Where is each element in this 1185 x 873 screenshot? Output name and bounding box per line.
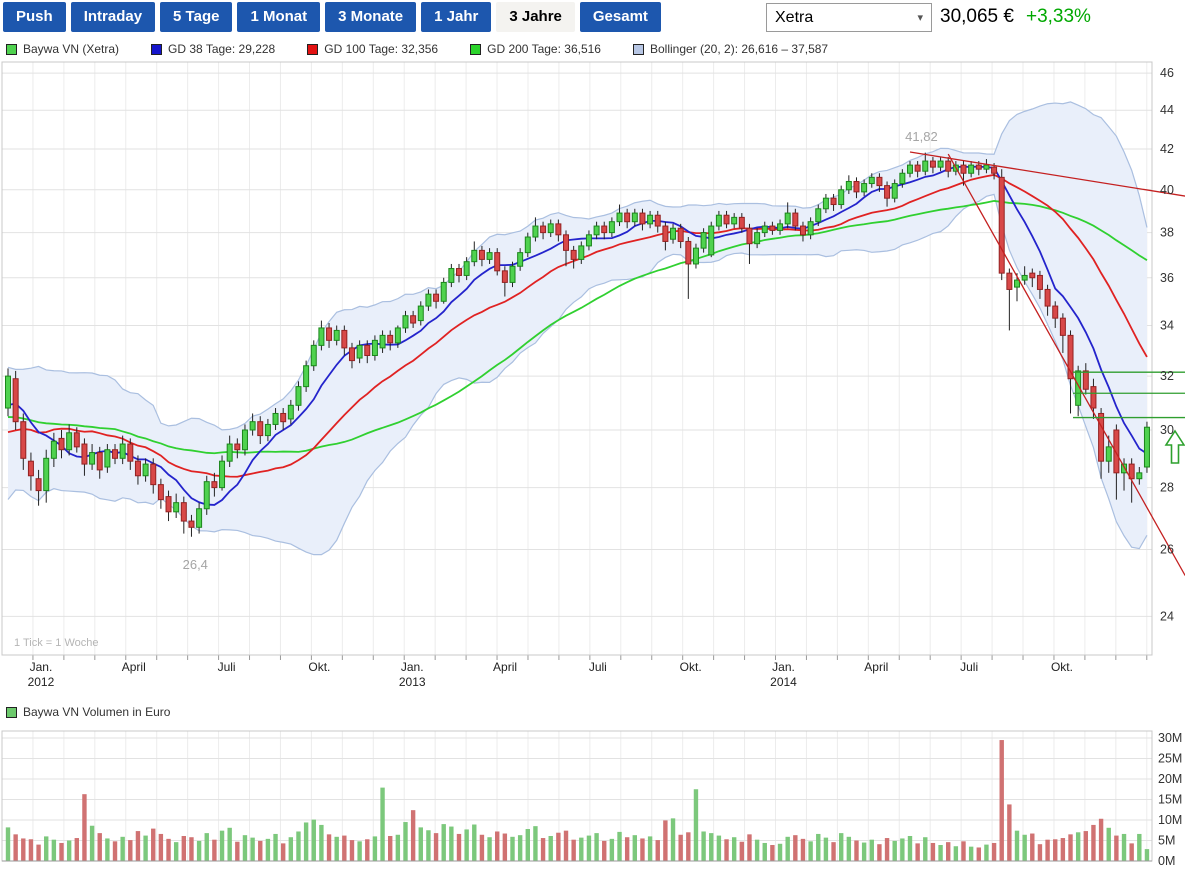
svg-text:20M: 20M <box>1158 772 1182 786</box>
period-button-push[interactable]: Push <box>3 2 66 32</box>
svg-text:38: 38 <box>1160 226 1174 240</box>
market-select[interactable]: Xetra ▾ <box>766 3 932 32</box>
stock-chart-app: 46 44 42 40 38 36 34 32 30 28 26 24 30M 25M 20M 15M 10M 5… <box>0 0 1185 873</box>
legend-item-gd100: GD 100 Tage: 32,356 <box>307 42 438 56</box>
legend-label: GD 200 Tage: 36,516 <box>487 42 601 56</box>
market-select-value: Xetra <box>775 9 813 27</box>
gd200-swatch-icon <box>470 44 481 55</box>
volume-legend: Baywa VN Volumen in Euro <box>6 705 170 719</box>
gd100-swatch-icon <box>307 44 318 55</box>
svg-text:Jan.: Jan. <box>30 660 53 674</box>
svg-text:Okt.: Okt. <box>308 660 330 674</box>
svg-text:32: 32 <box>1160 369 1174 383</box>
svg-text:24: 24 <box>1160 609 1174 623</box>
period-button-5-tage[interactable]: 5 Tage <box>160 2 232 32</box>
svg-text:5M: 5M <box>1158 834 1175 848</box>
svg-text:Juli: Juli <box>218 660 236 674</box>
bollinger-band <box>8 102 1147 555</box>
period-button-intraday[interactable]: Intraday <box>71 2 155 32</box>
chevron-down-icon: ▾ <box>917 11 923 24</box>
svg-text:2014: 2014 <box>770 675 797 689</box>
svg-text:15M: 15M <box>1158 793 1182 807</box>
svg-text:0M: 0M <box>1158 854 1175 868</box>
legend-item-gd38: GD 38 Tage: 29,228 <box>151 42 275 56</box>
legend-label: GD 38 Tage: 29,228 <box>168 42 275 56</box>
svg-text:36: 36 <box>1160 271 1174 285</box>
price-value: 30,065 € <box>940 6 1014 27</box>
legend-item-gd200: GD 200 Tage: 36,516 <box>470 42 601 56</box>
svg-text:30: 30 <box>1160 423 1174 437</box>
svg-text:10M: 10M <box>1158 813 1182 827</box>
svg-text:Okt.: Okt. <box>680 660 702 674</box>
bollinger-swatch-icon <box>633 44 644 55</box>
svg-text:April: April <box>122 660 146 674</box>
svg-text:41,82: 41,82 <box>905 129 938 144</box>
period-button-1-jahr[interactable]: 1 Jahr <box>421 2 491 32</box>
legend-label: Baywa VN (Xetra) <box>23 42 119 56</box>
svg-text:44: 44 <box>1160 103 1174 117</box>
period-button-gesamt[interactable]: Gesamt <box>580 2 661 32</box>
svg-text:2012: 2012 <box>28 675 55 689</box>
svg-text:40: 40 <box>1160 183 1174 197</box>
volume-swatch-icon <box>6 707 17 718</box>
period-button-3-monate[interactable]: 3 Monate <box>325 2 416 32</box>
svg-text:2013: 2013 <box>399 675 426 689</box>
legend-label: Bollinger (20, 2): 26,616 – 37,587 <box>650 42 828 56</box>
price-volume-chart: 46 44 42 40 38 36 34 32 30 28 26 24 30M 25M 20M 15M 10M 5… <box>0 0 1185 873</box>
svg-text:Jan.: Jan. <box>401 660 424 674</box>
svg-text:30M: 30M <box>1158 731 1182 745</box>
legend-item-baywa: Baywa VN (Xetra) <box>6 42 119 56</box>
period-toolbar: Push Intraday 5 Tage 1 Monat 3 Monate 1 … <box>3 2 661 32</box>
legend-item-bollinger: Bollinger (20, 2): 26,616 – 37,587 <box>633 42 828 56</box>
baywa-swatch-icon <box>6 44 17 55</box>
period-button-1-monat[interactable]: 1 Monat <box>237 2 320 32</box>
svg-text:46: 46 <box>1160 66 1174 80</box>
legend-label: GD 100 Tage: 32,356 <box>324 42 438 56</box>
svg-text:Juli: Juli <box>589 660 607 674</box>
svg-text:April: April <box>493 660 517 674</box>
chart-legend: Baywa VN (Xetra) GD 38 Tage: 29,228 GD 1… <box>6 42 828 56</box>
period-button-3-jahre[interactable]: 3 Jahre <box>496 2 575 32</box>
svg-text:Jan.: Jan. <box>772 660 795 674</box>
svg-text:Juli: Juli <box>960 660 978 674</box>
svg-text:34: 34 <box>1160 318 1174 332</box>
svg-text:Okt.: Okt. <box>1051 660 1073 674</box>
svg-text:1 Tick = 1 Woche: 1 Tick = 1 Woche <box>14 637 98 649</box>
svg-text:42: 42 <box>1160 142 1174 156</box>
volume-legend-label: Baywa VN Volumen in Euro <box>23 705 170 719</box>
svg-text:April: April <box>864 660 888 674</box>
svg-text:28: 28 <box>1160 481 1174 495</box>
price-change: +3,33% <box>1026 6 1091 27</box>
gd38-swatch-icon <box>151 44 162 55</box>
svg-text:26,4: 26,4 <box>183 557 208 572</box>
svg-text:25M: 25M <box>1158 752 1182 766</box>
quote-display: 30,065 € +3,33% <box>940 6 1091 28</box>
svg-text:26: 26 <box>1160 542 1174 556</box>
